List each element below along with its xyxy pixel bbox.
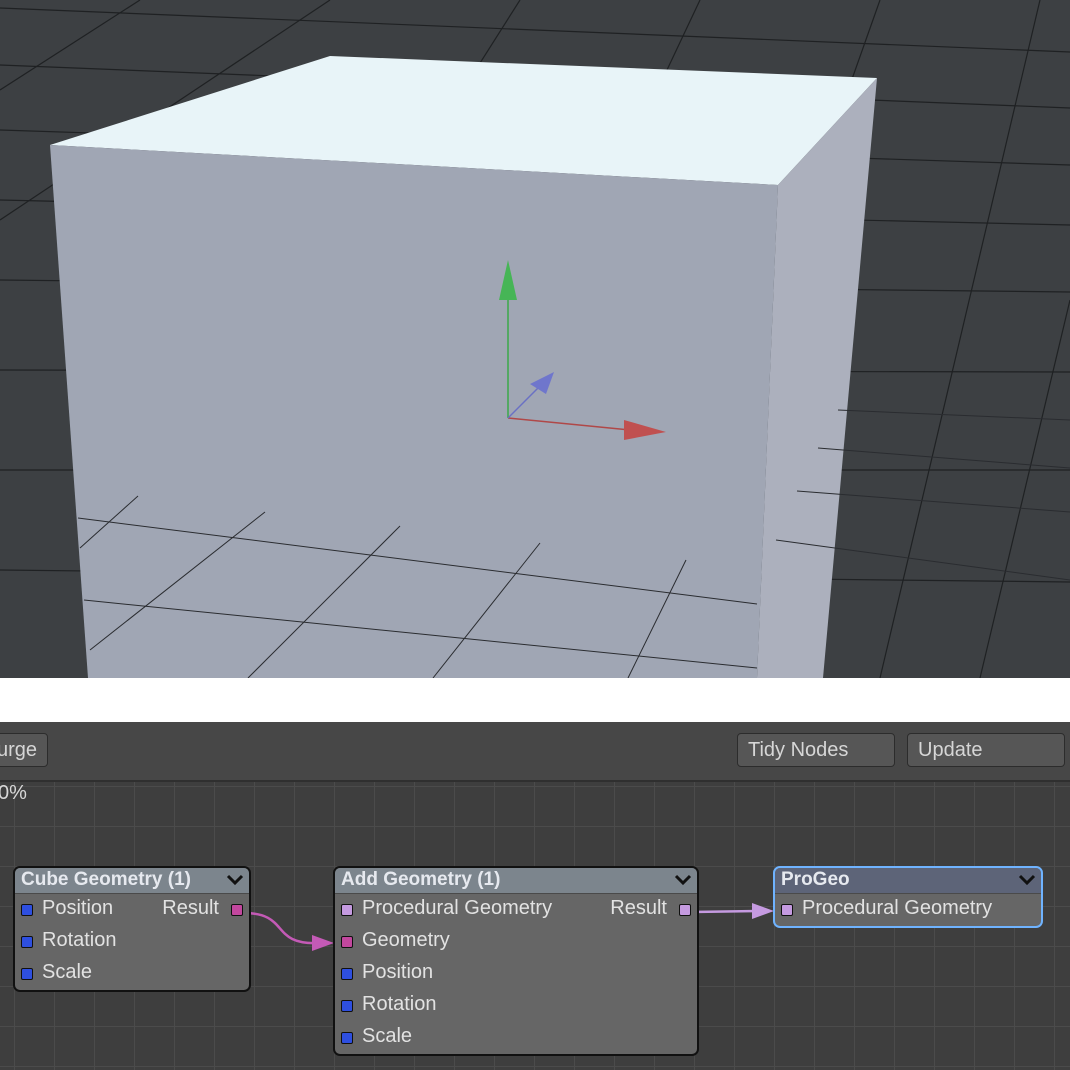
output-port-result[interactable]	[679, 904, 691, 916]
input-port-procedural-geometry[interactable]	[341, 904, 353, 916]
output-port-result[interactable]	[231, 904, 243, 916]
port-row: Position	[335, 958, 697, 990]
wire-add-to-progeo	[691, 909, 759, 914]
3d-viewport[interactable]	[0, 0, 1070, 678]
node-editor-toolbar: urge Tidy Nodes Update	[0, 722, 1070, 782]
input-port-rotation[interactable]	[341, 1000, 353, 1012]
wire-cube-to-add	[243, 911, 319, 945]
node-editor-panel: urge Tidy Nodes Update 0% Cube Geometry …	[0, 722, 1070, 1070]
panel-separator	[0, 678, 1070, 722]
node-title: Cube Geometry (1)	[21, 869, 191, 890]
port-row: Rotation	[335, 990, 697, 1022]
chevron-down-icon[interactable]	[225, 871, 245, 889]
port-label: Result	[610, 897, 667, 919]
port-row: Rotation	[15, 926, 249, 958]
tidy-nodes-button[interactable]: Tidy Nodes	[737, 733, 895, 767]
node-progeo[interactable]: ProGeo Procedural Geometry	[773, 866, 1043, 928]
port-label: Procedural Geometry	[802, 897, 993, 919]
port-label: Position	[362, 961, 434, 983]
input-port-position[interactable]	[341, 968, 353, 980]
port-row: Procedural Geometry Result	[335, 894, 697, 926]
wire-cube-to-add-arrow	[312, 935, 334, 951]
node-title: Add Geometry (1)	[341, 869, 501, 890]
input-port-geometry[interactable]	[341, 936, 353, 948]
port-label: Position	[42, 897, 114, 919]
wire-add-to-progeo-arrow	[752, 903, 774, 919]
port-row: Position Result	[15, 894, 249, 926]
input-port-rotation[interactable]	[21, 936, 33, 948]
port-label: Scale	[362, 1025, 413, 1047]
chevron-down-icon[interactable]	[1017, 871, 1037, 889]
port-label: Rotation	[362, 993, 437, 1015]
node-header[interactable]: Add Geometry (1)	[335, 868, 697, 894]
node-canvas[interactable]: 0% Cube Geometry (1) Position Result Rot…	[0, 782, 1070, 1070]
cube-mesh[interactable]	[50, 56, 1070, 678]
input-port-procedural-geometry[interactable]	[781, 904, 793, 916]
port-label: Result	[162, 897, 219, 919]
port-label: Rotation	[42, 929, 117, 951]
chevron-down-icon[interactable]	[673, 871, 693, 889]
port-row: Procedural Geometry	[775, 894, 1041, 926]
port-label: Procedural Geometry	[362, 897, 553, 919]
port-row: Scale	[15, 958, 249, 990]
node-add-geometry[interactable]: Add Geometry (1) Procedural Geometry Res…	[333, 866, 699, 1056]
viewport-scene	[0, 0, 1070, 678]
port-label: Scale	[42, 961, 93, 983]
port-row: Scale	[335, 1022, 697, 1054]
input-port-scale[interactable]	[341, 1032, 353, 1044]
input-port-position[interactable]	[21, 904, 33, 916]
port-label: Geometry	[362, 929, 450, 951]
purge-button[interactable]: urge	[0, 733, 48, 767]
node-header[interactable]: Cube Geometry (1)	[15, 868, 249, 894]
node-cube-geometry[interactable]: Cube Geometry (1) Position Result Rotati…	[13, 866, 251, 992]
input-port-scale[interactable]	[21, 968, 33, 980]
node-header[interactable]: ProGeo	[775, 868, 1041, 894]
port-row: Geometry	[335, 926, 697, 958]
node-title: ProGeo	[781, 869, 850, 890]
update-button[interactable]: Update	[907, 733, 1065, 767]
